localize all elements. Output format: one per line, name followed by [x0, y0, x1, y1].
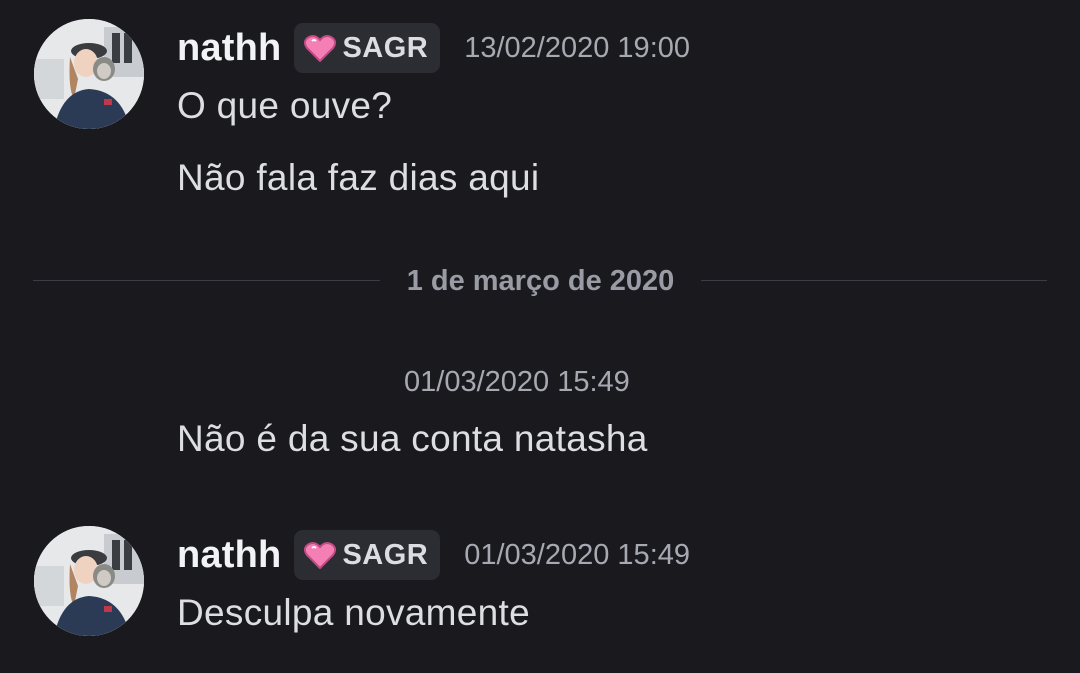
avatar-photo [34, 526, 144, 636]
divider-line [33, 280, 380, 281]
avatar[interactable] [34, 19, 144, 129]
pink-heart-icon [304, 35, 337, 62]
message-text[interactable]: Não fala faz dias aqui [177, 157, 539, 199]
date-divider: 1 de março de 2020 [33, 258, 1047, 304]
role-tag-label: SAGR [342, 31, 429, 64]
divider-line [701, 280, 1047, 281]
avatar[interactable] [34, 526, 144, 636]
message-header: nathh SAGR 01/03/2020 15:49 [177, 529, 690, 581]
message-text[interactable]: O que ouve? [177, 85, 392, 127]
username[interactable]: nathh [177, 534, 281, 577]
message-timestamp[interactable]: 01/03/2020 15:49 [464, 539, 690, 572]
chat-log: nathh SAGR 13/02/2020 19:00 O que ouve? … [0, 0, 1080, 673]
avatar-photo [34, 19, 144, 129]
pink-heart-icon [304, 542, 337, 569]
role-tag[interactable]: SAGR [294, 23, 441, 73]
message-text[interactable]: Não é da sua conta natasha [177, 418, 648, 460]
username[interactable]: nathh [177, 27, 281, 70]
message-header: nathh SAGR 13/02/2020 19:00 [177, 22, 690, 74]
role-tag-label: SAGR [342, 538, 429, 571]
message-timestamp[interactable]: 01/03/2020 15:49 [404, 366, 630, 399]
role-tag[interactable]: SAGR [294, 530, 441, 580]
date-divider-label: 1 de março de 2020 [406, 265, 675, 297]
message-text[interactable]: Desculpa novamente [177, 592, 530, 634]
message-timestamp[interactable]: 13/02/2020 19:00 [464, 32, 690, 65]
